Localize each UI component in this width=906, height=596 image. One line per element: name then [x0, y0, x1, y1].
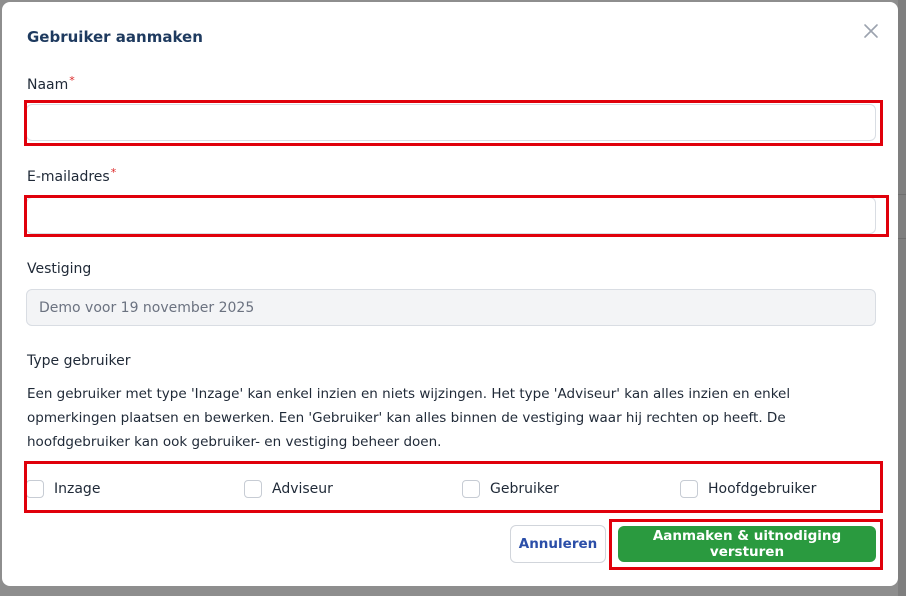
checkbox-label: Adviseur [272, 481, 333, 497]
vestiging-field: Demo voor 19 november 2025 [26, 289, 876, 326]
naam-label: Naam* [27, 74, 75, 93]
vestiging-label: Vestiging [27, 261, 92, 277]
modal-title: Gebruiker aanmaken [27, 28, 203, 46]
email-input[interactable] [26, 197, 876, 234]
type-gebruiker-options: Inzage Adviseur Gebruiker Hoofdgebruiker [26, 480, 866, 500]
checkbox-box[interactable] [26, 480, 44, 498]
type-gebruiker-label: Type gebruiker [27, 353, 131, 369]
backdrop-divider [898, 238, 906, 239]
create-user-modal: Gebruiker aanmaken Naam* E-mailadres* Ve… [2, 2, 898, 586]
checkbox-box[interactable] [462, 480, 480, 498]
email-label-text: E-mailadres [27, 169, 110, 185]
submit-button[interactable]: Aanmaken & uitnodiging versturen [618, 526, 876, 562]
naam-label-text: Naam [27, 77, 69, 93]
checkbox-label: Inzage [54, 481, 101, 497]
checkbox-gebruiker[interactable]: Gebruiker [462, 480, 559, 498]
email-label: E-mailadres* [27, 166, 117, 185]
checkbox-adviseur[interactable]: Adviseur [244, 480, 333, 498]
checkbox-box[interactable] [680, 480, 698, 498]
checkbox-hoofdgebruiker[interactable]: Hoofdgebruiker [680, 480, 816, 498]
backdrop [898, 0, 906, 596]
checkbox-label: Hoofdgebruiker [708, 481, 817, 497]
close-button[interactable] [860, 20, 882, 42]
required-mark: * [110, 166, 117, 179]
checkbox-inzage[interactable]: Inzage [26, 480, 100, 498]
backdrop-divider [898, 194, 906, 195]
checkbox-label: Gebruiker [490, 481, 559, 497]
required-mark: * [69, 74, 75, 87]
cancel-button[interactable]: Annuleren [510, 525, 606, 563]
close-icon [864, 24, 878, 38]
naam-input[interactable] [26, 104, 876, 141]
type-gebruiker-description: Een gebruiker met type 'Inzage' kan enke… [27, 386, 791, 450]
checkbox-box[interactable] [244, 480, 262, 498]
